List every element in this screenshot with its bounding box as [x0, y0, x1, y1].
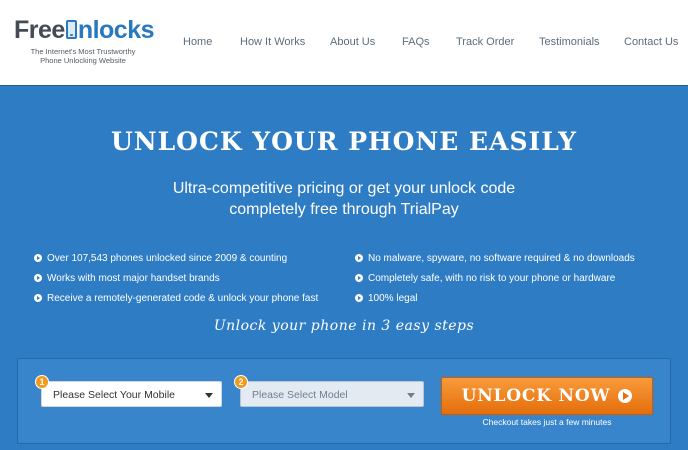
feature-item: Completely safe, with no risk to your ph… [355, 268, 635, 288]
hero-subtitle-line1: Ultra-competitive pricing or get your un… [172, 180, 516, 197]
mobile-select-value: Please Select Your Mobile [53, 389, 175, 401]
unlock-now-label: UNLOCK NOW [461, 386, 611, 406]
logo-tagline-line1: The Internet's Most Trustworthy [30, 47, 136, 56]
arrow-right-circle-icon [618, 389, 633, 403]
feature-item: 100% legal [355, 288, 635, 308]
arrow-bullet-icon [34, 254, 42, 262]
checkout-note: Checkout takes just a few minutes [482, 417, 612, 427]
steps-tagline: Unlock your phone in 3 easy steps [213, 318, 475, 334]
step-2-badge: 2 [234, 375, 248, 389]
feature-item: Receive a remotely-generated code & unlo… [34, 288, 318, 308]
logo-free-text: Free [14, 16, 65, 44]
mobile-select[interactable]: Please Select Your Mobile [41, 381, 222, 407]
nav-contact-us[interactable]: Contact Us [624, 36, 678, 48]
feature-text: Completely safe, with no risk to your ph… [368, 272, 616, 284]
logo-tagline: The Internet's Most Trustworthy Phone Un… [14, 47, 152, 65]
features-right: No malware, spyware, no software require… [355, 248, 635, 308]
arrow-bullet-icon [355, 254, 363, 262]
model-select-value: Please Select Model [252, 389, 348, 401]
feature-item: Over 107,543 phones unlocked since 2009 … [34, 248, 318, 268]
feature-text: No malware, spyware, no software require… [368, 252, 635, 264]
chevron-down-icon [407, 393, 415, 398]
feature-item: Works with most major handset brands [34, 268, 318, 288]
hero-title: UNLOCK YOUR PHONE EASILY [110, 127, 578, 156]
feature-text: Receive a remotely-generated code & unlo… [47, 292, 319, 304]
logo-wordmark: Free nlocks [14, 16, 164, 44]
arrow-bullet-icon [355, 294, 363, 302]
site-header: Free nlocks The Internet's Most Trustwort… [0, 0, 688, 86]
nav-faqs[interactable]: FAQs [402, 36, 430, 48]
hero-subtitle-line2: completely free through TrialPay [229, 201, 459, 218]
arrow-bullet-icon [34, 294, 42, 302]
arrow-bullet-icon [34, 274, 42, 282]
arrow-bullet-icon [355, 274, 363, 282]
model-select[interactable]: Please Select Model [240, 381, 424, 407]
logo-tagline-line2: Phone Unlocking Website [40, 56, 126, 65]
feature-text: Works with most major handset brands [47, 272, 220, 284]
unlock-now-button[interactable]: UNLOCK NOW [441, 377, 653, 415]
step-1-badge: 1 [35, 375, 49, 389]
logo-unlocks-text: nlocks [77, 16, 155, 44]
nav-about-us[interactable]: About Us [330, 36, 375, 48]
nav-home[interactable]: Home [183, 36, 212, 48]
hero-subtitle: Ultra-competitive pricing or get your un… [0, 178, 688, 220]
feature-item: No malware, spyware, no software require… [355, 248, 635, 268]
site-logo[interactable]: Free nlocks The Internet's Most Trustwort… [14, 16, 164, 76]
unlock-form-panel: 1 Please Select Your Mobile 2 Please Sel… [17, 358, 671, 444]
phone-icon [65, 20, 77, 39]
nav-how-it-works[interactable]: How It Works [240, 36, 305, 48]
chevron-down-icon [205, 393, 213, 398]
feature-text: Over 107,543 phones unlocked since 2009 … [47, 252, 288, 264]
nav-track-order[interactable]: Track Order [456, 36, 514, 48]
features-left: Over 107,543 phones unlocked since 2009 … [34, 248, 318, 308]
feature-text: 100% legal [368, 292, 418, 304]
nav-testimonials[interactable]: Testimonials [539, 36, 600, 48]
